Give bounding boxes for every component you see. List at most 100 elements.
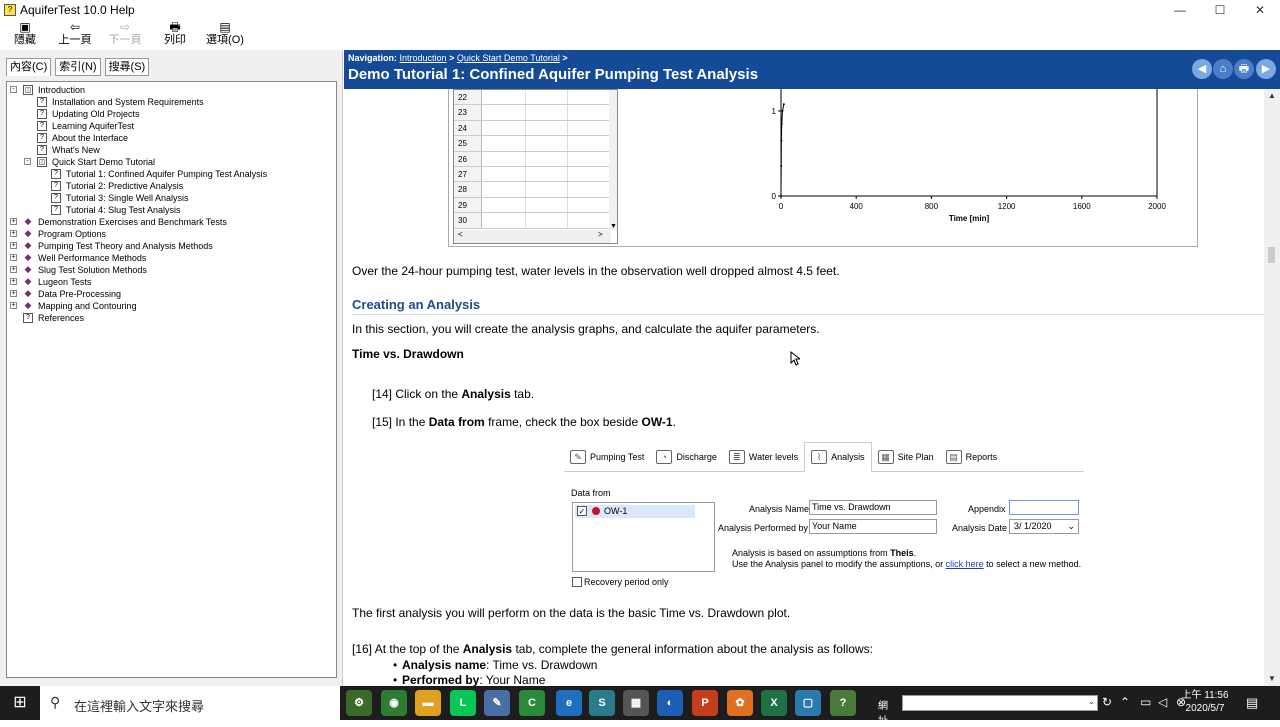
grid-scroll-left-icon[interactable]: < <box>458 230 463 239</box>
aquifertest-app-icon[interactable]: ⚙ <box>346 690 372 716</box>
table-cell[interactable] <box>482 197 526 213</box>
network-icon[interactable]: ▭ <box>1140 695 1151 709</box>
address-dropdown-icon[interactable]: ⌄ <box>1088 697 1095 706</box>
scroll-down-icon[interactable]: ▼ <box>1264 674 1280 683</box>
tree-item[interactable]: ? Installation and System Requirements <box>7 96 336 108</box>
browser-app-icon[interactable]: ◐ <box>657 690 683 716</box>
tree-item[interactable]: + ◆ Demonstration Exercises and Benchmark … <box>7 216 336 228</box>
tree-item[interactable]: ? About the Interface <box>7 132 336 144</box>
table-cell[interactable] <box>526 120 568 136</box>
performed-by-field[interactable]: Your Name <box>809 519 937 534</box>
collapse-icon[interactable]: - <box>24 158 31 165</box>
tab-pumping-test[interactable]: ✎ Pumping Test <box>564 442 650 472</box>
list-item-ow1[interactable]: ✓ OW-1 <box>575 505 695 518</box>
minimize-button[interactable]: — <box>1160 0 1200 20</box>
table-cell[interactable] <box>482 182 526 197</box>
tree-item[interactable]: ? References <box>7 312 336 324</box>
table-cell[interactable] <box>526 136 568 151</box>
address-field[interactable] <box>902 695 1098 711</box>
sway-app-icon[interactable]: S <box>589 690 615 716</box>
table-cell[interactable] <box>568 182 611 197</box>
tree-item[interactable]: - ◫ Quick Start Demo Tutorial <box>7 156 336 168</box>
chevron-down-icon[interactable]: ⌄ <box>1067 521 1075 532</box>
tab-site-plan[interactable]: ▦ Site Plan <box>872 442 940 472</box>
expand-icon[interactable]: + <box>10 278 17 285</box>
back-button[interactable]: ⇦ 上一頁 <box>50 20 100 50</box>
options-button[interactable]: ▤ 選項(O) <box>200 20 250 50</box>
table-cell[interactable] <box>482 213 526 228</box>
expand-icon[interactable]: + <box>10 290 17 297</box>
print-topic-icon[interactable]: 🖶 <box>1234 59 1254 79</box>
click-here-link[interactable]: click here <box>946 559 984 569</box>
tree-item[interactable]: - ◫ Introduction <box>7 84 336 96</box>
tree-item[interactable]: + ◆ Program Options <box>7 228 336 240</box>
expand-icon[interactable]: + <box>10 218 17 225</box>
table-cell[interactable] <box>526 213 568 228</box>
breadcrumb-introduction-link[interactable]: Introduction <box>400 53 447 63</box>
tree-item[interactable]: + ◆ Lugeon Tests <box>7 276 336 288</box>
table-cell[interactable] <box>526 105 568 120</box>
print-button[interactable]: 🖶 列印 <box>150 20 200 50</box>
notifications-icon[interactable]: ▤ <box>1246 695 1258 711</box>
table-cell[interactable] <box>568 167 611 182</box>
table-cell[interactable] <box>568 151 611 166</box>
chrome-app-icon[interactable]: ◉ <box>381 690 407 716</box>
recovery-checkbox[interactable] <box>572 577 582 587</box>
clock[interactable]: 上午 11:56 2020/5/7 <box>1176 689 1234 715</box>
tree-item[interactable]: ? Tutorial 1: Confined Aquifer Pumping Te… <box>7 168 336 180</box>
appendix-field[interactable] <box>1009 500 1079 515</box>
line-app-icon[interactable]: L <box>450 690 476 716</box>
calculator-app-icon[interactable]: ▦ <box>623 690 649 716</box>
table-cell[interactable] <box>482 151 526 166</box>
analysis-date-picker[interactable]: 3/ 1/2020 ⌄ <box>1009 519 1079 534</box>
expand-icon[interactable]: + <box>10 254 17 261</box>
edge-app-icon[interactable]: e <box>556 690 582 716</box>
close-button[interactable]: ✕ <box>1240 0 1280 20</box>
table-cell[interactable] <box>482 136 526 151</box>
table-cell[interactable] <box>568 105 611 120</box>
tab-index[interactable]: 索引(N) <box>55 58 101 76</box>
forward-button[interactable]: ⇨ 下一頁 <box>100 20 150 50</box>
grid-scroll-down-icon[interactable]: ▼ <box>610 223 617 230</box>
home-icon[interactable]: ⌂ <box>1213 59 1233 79</box>
tree-item[interactable]: + ◆ Mapping and Contouring <box>7 300 336 312</box>
table-cell[interactable] <box>482 90 526 105</box>
excel-app-icon[interactable]: X <box>761 690 787 716</box>
tree-item[interactable]: + ◆ Slug Test Solution Methods <box>7 264 336 276</box>
powerpoint-app-icon[interactable]: P <box>692 690 718 716</box>
expand-icon[interactable]: + <box>10 266 17 273</box>
tree-item[interactable]: ? Tutorial 3: Single Well Analysis <box>7 192 336 204</box>
tree-item[interactable]: + ◆ Data Pre-Processing <box>7 288 336 300</box>
taskbar-search[interactable]: ⚲ 在這裡輸入文字來搜尋 <box>40 686 340 720</box>
collapse-icon[interactable]: - <box>10 86 17 93</box>
tab-water-levels[interactable]: ≣ Water levels <box>723 442 804 472</box>
table-cell[interactable] <box>568 197 611 213</box>
table-cell[interactable] <box>482 167 526 182</box>
table-cell[interactable] <box>526 182 568 197</box>
table-cell[interactable] <box>568 213 611 228</box>
scroll-thumb[interactable] <box>1268 247 1275 263</box>
tree-item[interactable]: + ◆ Well Performance Methods <box>7 252 336 264</box>
tree-item[interactable]: ? Updating Old Projects <box>7 108 336 120</box>
table-cell[interactable] <box>526 167 568 182</box>
previous-topic-icon[interactable]: ◀ <box>1192 59 1212 79</box>
maximize-button[interactable]: ☐ <box>1200 0 1240 20</box>
expand-icon[interactable]: + <box>10 302 17 309</box>
table-cell[interactable] <box>482 105 526 120</box>
next-topic-icon[interactable]: ▶ <box>1256 59 1276 79</box>
camtasia-app-icon[interactable]: C <box>519 690 545 716</box>
tree-item[interactable]: ? Tutorial 4: Slug Test Analysis <box>7 204 336 216</box>
chevron-up-icon[interactable]: ⌃ <box>1120 695 1130 709</box>
tree-item[interactable]: ? What's New <box>7 144 336 156</box>
table-cell[interactable] <box>482 120 526 136</box>
refresh-icon[interactable]: ↻ <box>1102 695 1112 709</box>
tab-discharge[interactable]: ◔ Discharge <box>650 442 723 472</box>
start-button[interactable]: ⊞ <box>0 686 40 720</box>
scroll-up-icon[interactable]: ▲ <box>1264 91 1280 100</box>
expand-icon[interactable]: + <box>10 230 17 237</box>
vertical-scrollbar[interactable]: ▲ ▼ <box>1264 89 1280 686</box>
grid-horizontal-scrollbar[interactable]: < > <box>454 230 611 243</box>
table-cell[interactable] <box>568 120 611 136</box>
table-cell[interactable] <box>526 197 568 213</box>
breadcrumb-quickstart-link[interactable]: Quick Start Demo Tutorial <box>457 53 560 63</box>
